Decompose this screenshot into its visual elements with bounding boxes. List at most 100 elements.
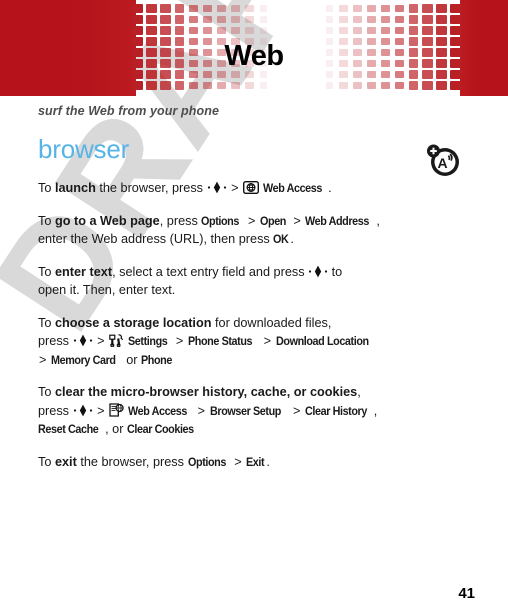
header-dot <box>202 26 213 35</box>
header-dot <box>160 26 171 35</box>
header-dot <box>245 5 254 12</box>
instruction-clear-history: To clear the micro-browser history, cach… <box>38 383 448 439</box>
menu-separator: > <box>97 403 109 418</box>
menu-item[interactable]: Memory Card <box>51 351 116 370</box>
header-dot <box>231 26 240 34</box>
header-dot <box>160 15 171 24</box>
header-dot <box>339 82 348 89</box>
menu-item[interactable]: OK <box>273 230 289 249</box>
header-dot <box>380 26 391 35</box>
menu-item[interactable]: Phone Status <box>188 332 253 351</box>
instruction-keyword: exit <box>54 454 77 469</box>
menu-item[interactable]: Reset Cache <box>38 420 99 439</box>
header-dot <box>160 81 171 90</box>
header-dot <box>174 15 185 24</box>
header-dot <box>353 4 362 12</box>
instruction-keyword: choose a storage location <box>54 315 212 330</box>
page-title: Web <box>224 40 284 72</box>
nav-key-icon <box>308 265 328 278</box>
header-dot <box>394 26 405 35</box>
header-dot <box>408 81 419 90</box>
page-subtitle: surf the Web from your phone <box>38 104 220 118</box>
header-dot <box>174 81 185 90</box>
header-dot <box>146 4 157 13</box>
header-dot <box>394 15 405 24</box>
header-dot <box>245 82 254 89</box>
header-dot <box>422 81 433 90</box>
menu-separator: > <box>289 403 304 418</box>
menu-item[interactable]: Clear History <box>305 402 367 421</box>
menu-item[interactable]: Open <box>260 212 286 231</box>
header-dot <box>422 4 433 13</box>
menu-item[interactable]: Options <box>188 453 226 472</box>
instruction-go-to-web-page: To go to a Web page, press Options > Ope… <box>38 212 448 249</box>
menu-item[interactable]: Browser Setup <box>210 402 281 421</box>
menu-separator: > <box>172 334 187 348</box>
header-dot <box>217 4 226 13</box>
instruction-keyword: go to a Web page <box>54 213 160 228</box>
menu-item[interactable]: Web Access <box>263 179 322 198</box>
nav-key-icon <box>207 181 227 194</box>
instruction-exit: To exit the browser, press Options > Exi… <box>38 453 448 472</box>
header-dot <box>380 15 391 24</box>
menu-item[interactable]: Options <box>201 212 239 231</box>
header-dot <box>231 4 240 12</box>
header-dot <box>160 4 171 13</box>
instruction-launch: To launch the browser, press > Web Acces… <box>38 179 448 198</box>
menu-item[interactable]: Phone <box>141 351 172 370</box>
header-dot <box>353 15 362 23</box>
menu-separator: > <box>97 334 109 348</box>
page-content: surf the Web from your phone browser To … <box>38 104 448 485</box>
header-dot <box>339 16 348 23</box>
header-dot <box>188 4 199 13</box>
webpage-globe-icon <box>109 402 124 417</box>
header-dot <box>422 15 433 24</box>
header-dot <box>325 16 334 23</box>
instruction-choose-storage-location: To choose a storage location for downloa… <box>38 314 448 370</box>
header-dot <box>436 15 447 24</box>
menu-separator: > <box>244 213 259 228</box>
menu-item[interactable]: Web Access <box>128 402 187 421</box>
section-heading: browser <box>38 134 130 164</box>
menu-item[interactable]: Download Location <box>276 332 369 351</box>
header-dot <box>188 15 199 24</box>
instruction-keyword: enter text <box>54 264 113 279</box>
header-dot <box>367 26 376 35</box>
instruction-keyword: clear the micro-browser history, cache, … <box>54 385 358 399</box>
header-dot <box>231 81 240 89</box>
nav-key-icon <box>73 404 93 417</box>
menu-separator: > <box>231 181 243 195</box>
header-dot <box>325 27 334 34</box>
header-dot <box>202 4 213 13</box>
wap-a-signal-icon: A <box>424 140 464 180</box>
menu-item[interactable]: Clear Cookies <box>127 420 194 439</box>
header-dot <box>450 81 461 90</box>
header-dot <box>436 4 447 13</box>
header-dot <box>217 26 226 35</box>
page-number: 41 <box>458 585 475 602</box>
svg-text:A: A <box>437 155 447 171</box>
header-dot <box>380 81 391 90</box>
header-dot <box>245 16 254 23</box>
menu-item[interactable]: Settings <box>128 332 168 351</box>
header-dot <box>188 26 199 35</box>
menu-item[interactable]: Web Address <box>305 212 369 231</box>
menu-item[interactable]: Exit <box>246 453 265 472</box>
menu-separator: > <box>289 213 305 228</box>
header-dot <box>202 15 213 24</box>
header-dot <box>325 5 334 12</box>
menu-separator: > <box>230 454 246 469</box>
header-dot <box>202 81 213 90</box>
header-dot <box>259 82 268 89</box>
instruction-keyword: launch <box>54 181 96 195</box>
menu-separator: > <box>39 352 50 367</box>
header-dot <box>132 26 143 35</box>
header-dot <box>174 4 185 13</box>
header-dot <box>174 26 185 35</box>
instruction-enter-text: To enter text, select a text entry field… <box>38 264 343 298</box>
header-dot <box>408 15 419 24</box>
header-dot <box>436 26 447 35</box>
header-dot <box>408 26 419 35</box>
header-dot <box>353 81 362 89</box>
header-dot <box>450 4 461 13</box>
